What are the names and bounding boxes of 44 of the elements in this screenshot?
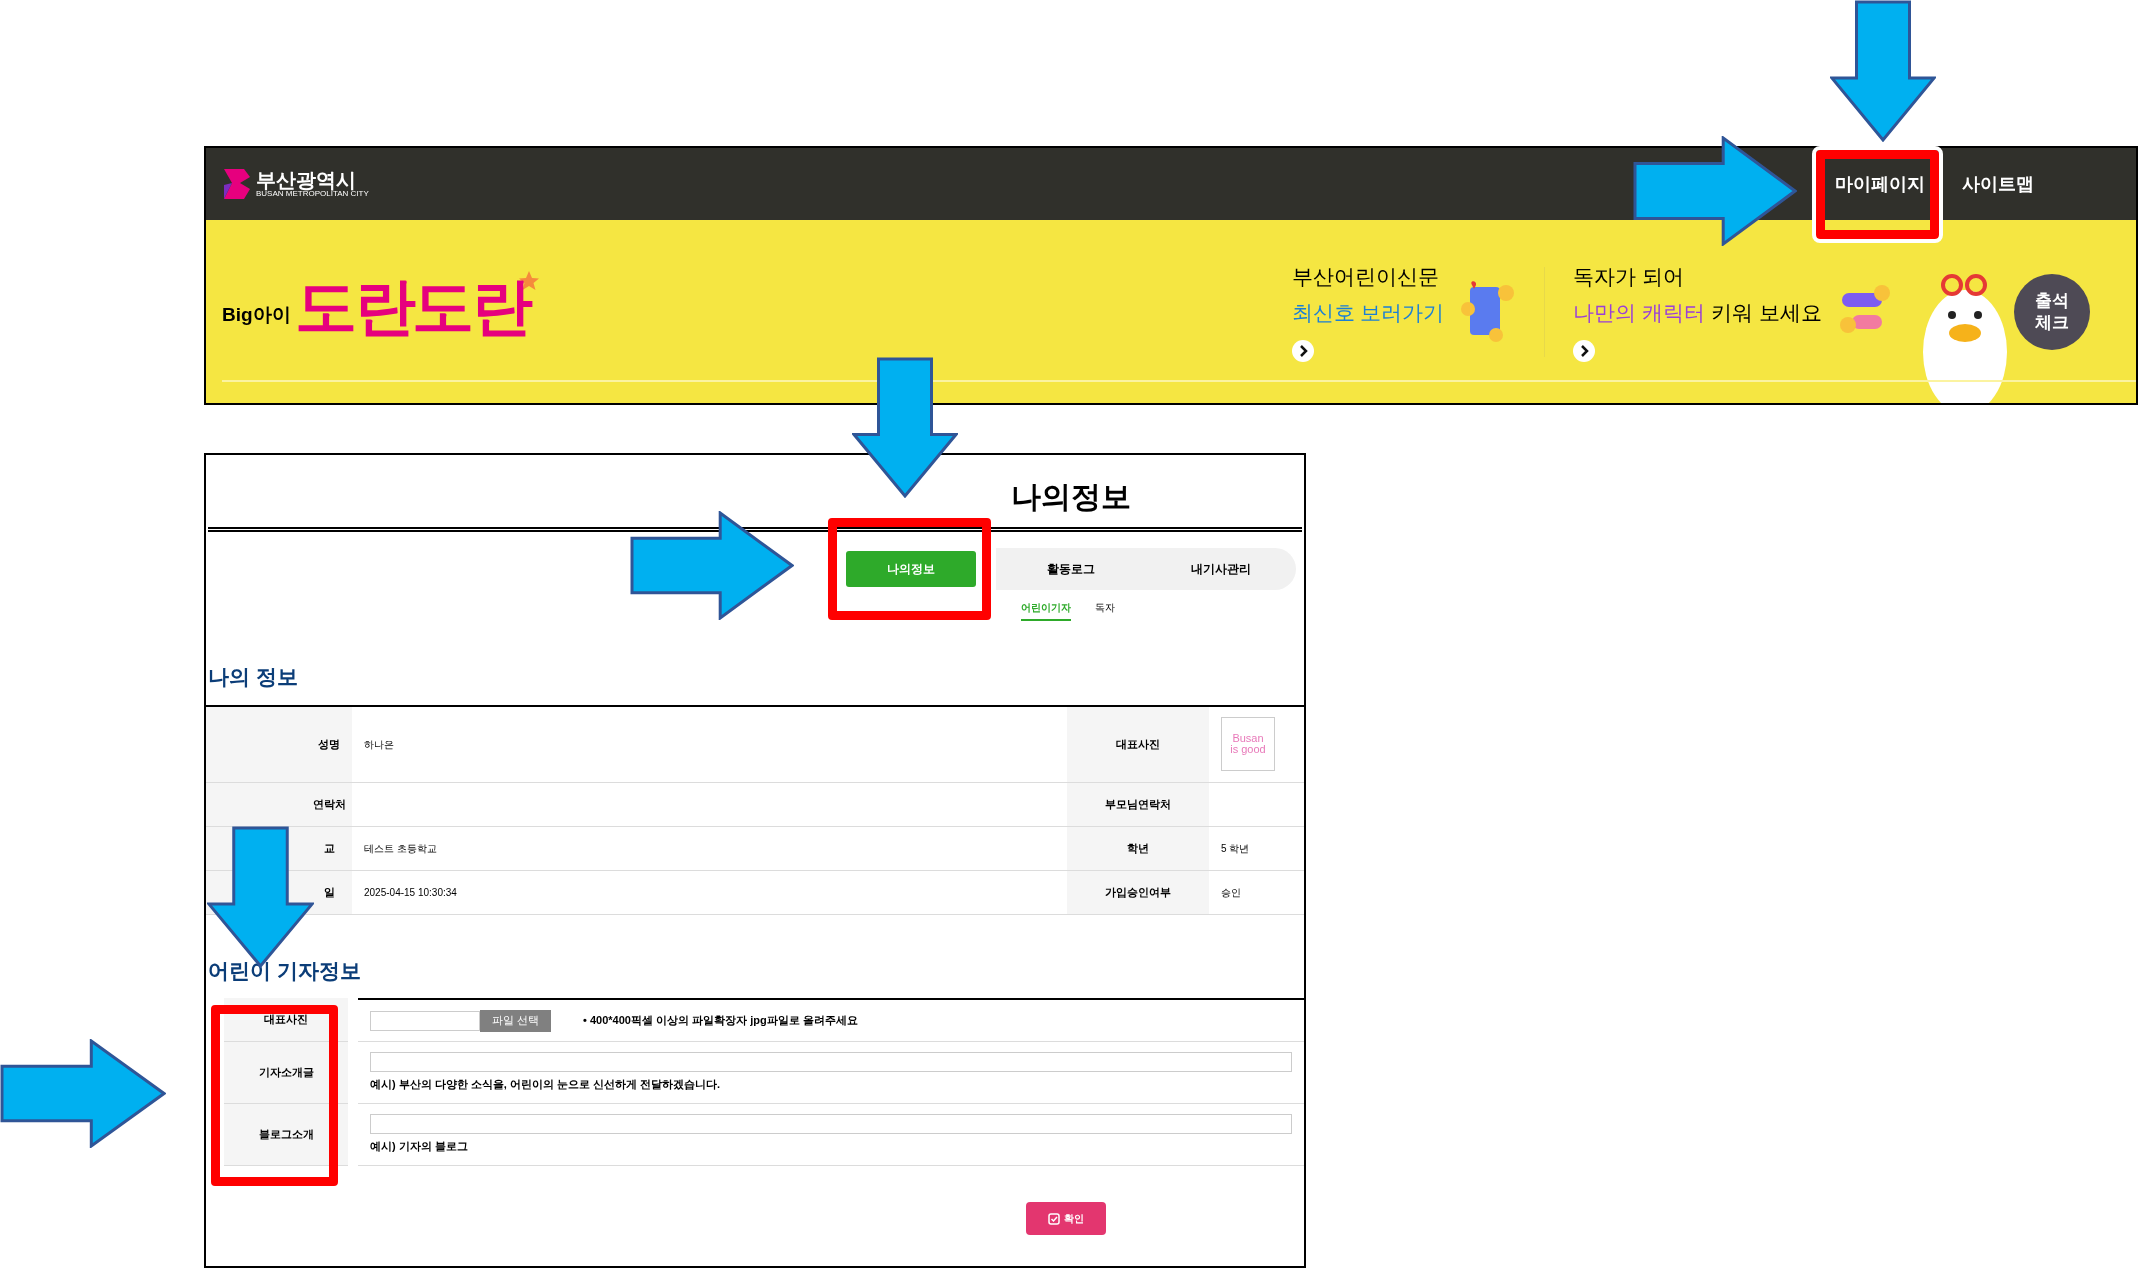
tablet-emoji-icon <box>1460 278 1517 345</box>
field-label: 연락처 <box>206 782 352 826</box>
tab[interactable]: 활동로그 <box>996 548 1146 590</box>
promo-subtitle: 최신호 보러가기 <box>1291 299 1445 326</box>
field-value: 테스트 초등학교 <box>364 841 437 856</box>
city-subtitle: BUSAN METROPOLITAN CITY <box>256 190 369 198</box>
file-select-button[interactable]: 파일 선택 <box>480 1009 552 1032</box>
upload-note: • 400*400픽셀 이상의 파일확장자 jpg파일로 올려주세요 <box>583 1013 858 1029</box>
field-value: 승인 <box>1221 885 1241 900</box>
text-field[interactable] <box>370 1114 1292 1135</box>
promo-title: 부산어린이신문 <box>1291 264 1440 290</box>
brand-prefix: Big아이 <box>222 303 291 327</box>
attendance-badge[interactable]: 출석 체크 <box>2014 273 2090 350</box>
brand-logo: 도란도란 <box>294 275 531 338</box>
tab[interactable]: 내기사관리 <box>1146 548 1296 590</box>
promo-subtitle: 나만의 캐릭터 키워 보세요 <box>1573 299 1822 326</box>
field-label: 학년 <box>1067 826 1209 870</box>
page-title: 나의정보 <box>1011 479 1131 515</box>
field-value: 5 학년 <box>1221 841 1250 856</box>
field-label: 성명 <box>206 706 352 782</box>
nav-link[interactable]: 사이트맵 <box>1958 170 2038 198</box>
chevron-right-icon[interactable] <box>1573 340 1596 362</box>
text-field[interactable] <box>370 1052 1292 1073</box>
section-heading: 나의 정보 <box>208 664 299 690</box>
example-hint: 예시) 부산의 다양한 소식을, 어린이의 눈으로 신선하게 전달하겠습니다. <box>370 1077 722 1093</box>
field-label: 블로그소개 <box>224 1104 348 1166</box>
field-value: 2025-04-15 10:30:34 <box>364 885 457 900</box>
example-hint: 예시) 기자의 블로그 <box>370 1139 469 1155</box>
chevron-right-icon[interactable] <box>1291 340 1314 362</box>
section-heading: 어린이 기자정보 <box>208 957 362 984</box>
sub-tab[interactable]: 독자 <box>1095 600 1115 621</box>
field-label: 가입승인여부 <box>1067 870 1209 914</box>
profile-thumbnail: Busan is good <box>1221 717 1275 771</box>
city-name: 부산광역시 <box>256 170 357 190</box>
field-label: 대표사진 <box>1067 706 1209 782</box>
field-label: 부모님연락처 <box>1067 782 1209 826</box>
field-label: 기자소개글 <box>224 1042 348 1104</box>
city-logo-icon <box>222 167 252 201</box>
field-value: 하나은 <box>364 737 394 752</box>
promo-title: 독자가 되어 <box>1573 264 1686 290</box>
check-icon <box>1048 1212 1060 1225</box>
file-field[interactable] <box>370 1010 480 1031</box>
confirm-button[interactable]: 확인 <box>1026 1202 1106 1235</box>
nav-link[interactable]: 마이페이지 <box>1832 170 1928 198</box>
